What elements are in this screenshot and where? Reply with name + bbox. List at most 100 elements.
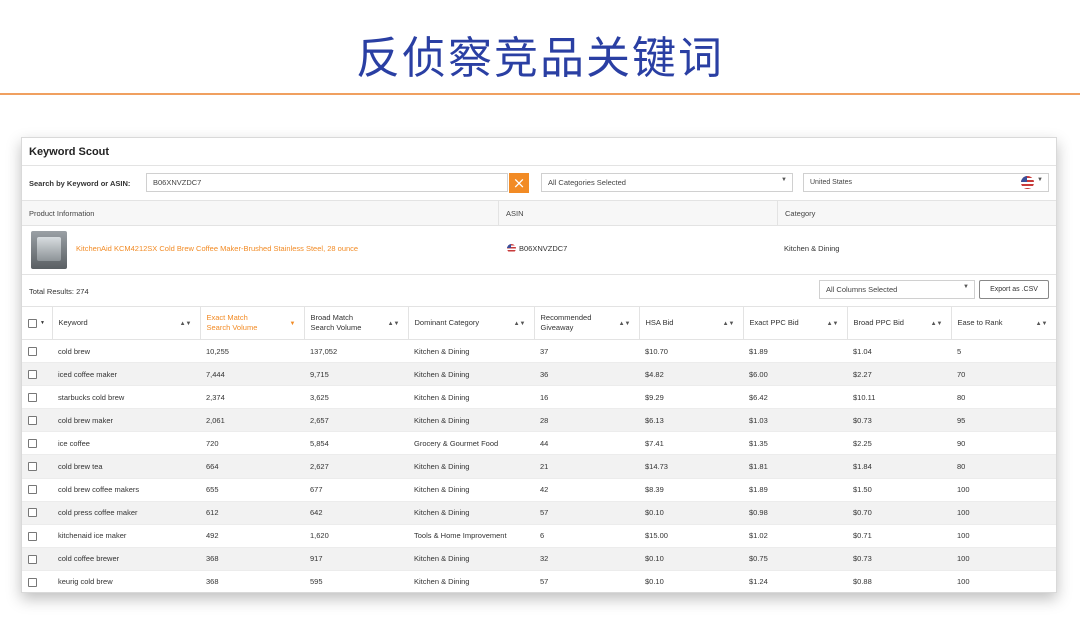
table-row[interactable]: ice coffee 720 5,854 Grocery & Gourmet Food… xyxy=(22,431,1056,456)
table-cell: $0.88 xyxy=(847,570,951,592)
table-cell: $1.50 xyxy=(847,478,951,502)
columns-select[interactable]: All Columns Selected ▼ xyxy=(819,280,975,299)
table-cell: 80 xyxy=(951,385,1056,410)
table-row[interactable]: cold coffee brewer 368 917 Kitchen & Dining… xyxy=(22,547,1056,571)
table-cell: $7.41 xyxy=(639,431,743,456)
table-cell: $10.70 xyxy=(639,339,743,364)
row-checkbox[interactable] xyxy=(22,408,52,433)
table-cell: $9.29 xyxy=(639,385,743,410)
row-checkbox[interactable] xyxy=(22,547,52,571)
table-row[interactable]: starbucks cold brew 2,374 3,625 Kitchen & D… xyxy=(22,385,1056,410)
table-row[interactable]: keurig cold brew 368 595 Kitchen & Dining 57… xyxy=(22,570,1056,592)
table-cell: 2,061 xyxy=(200,408,304,433)
table-cell: iced coffee maker xyxy=(52,362,200,387)
col-header-label: Recommended xyxy=(540,313,592,322)
product-category: Kitchen & Dining xyxy=(784,244,840,253)
category-header: Category xyxy=(785,208,816,218)
sort-icon: ▲▼ xyxy=(1035,321,1048,327)
row-checkbox[interactable] xyxy=(22,431,52,456)
product-info-header: Product Information xyxy=(22,201,499,225)
table-row[interactable]: cold press coffee maker 612 642 Kitchen & D… xyxy=(22,501,1056,525)
table-cell: $1.03 xyxy=(743,408,847,433)
table-cell: 100 xyxy=(951,547,1056,571)
row-checkbox[interactable] xyxy=(22,501,52,525)
col-header[interactable]: Keyword ▲▼ xyxy=(52,306,201,340)
table-cell: $0.73 xyxy=(847,408,951,433)
col-header[interactable]: Exact PPC Bid ▲▼ xyxy=(743,306,848,340)
country-select-value: United States xyxy=(810,179,853,186)
table-row[interactable]: kitchenaid ice maker 492 1,620 Tools & Home… xyxy=(22,524,1056,548)
col-header[interactable]: Ease to Rank ▲▼ xyxy=(951,306,1056,340)
country-select[interactable]: United States ▼ xyxy=(803,173,1049,192)
table-cell: 2,657 xyxy=(304,408,408,433)
table-row[interactable]: iced coffee maker 7,444 9,715 Kitchen & Din… xyxy=(22,362,1056,387)
col-header[interactable]: Broad PPC Bid ▲▼ xyxy=(847,306,952,340)
table-cell: $15.00 xyxy=(639,524,743,548)
table-cell: $0.10 xyxy=(639,501,743,525)
table-cell: 9,715 xyxy=(304,362,408,387)
table-cell: 28 xyxy=(534,408,639,433)
search-input[interactable]: B06XNVZDC7 xyxy=(146,173,508,192)
category-select-value: All Categories Selected xyxy=(548,178,626,187)
panel-title: Keyword Scout xyxy=(22,138,1056,166)
col-header[interactable]: HSA Bid ▲▼ xyxy=(639,306,744,340)
table-row[interactable]: cold brew coffee makers 655 677 Kitchen & D… xyxy=(22,478,1056,502)
table-cell: $0.71 xyxy=(847,524,951,548)
row-checkbox[interactable] xyxy=(22,478,52,502)
table-cell: Kitchen & Dining xyxy=(408,501,534,525)
row-checkbox[interactable] xyxy=(22,339,52,364)
row-checkbox[interactable] xyxy=(22,362,52,387)
export-csv-button[interactable]: Export as .CSV xyxy=(979,280,1049,299)
table-cell: 5,854 xyxy=(304,431,408,456)
table-cell: $4.82 xyxy=(639,362,743,387)
table-cell: 90 xyxy=(951,431,1056,456)
clear-search-icon[interactable]: × xyxy=(509,173,529,193)
results-row: Total Results: 274 All Columns Selected … xyxy=(22,275,1056,306)
col-header[interactable]: Exact Match Search Volume ▼ xyxy=(200,306,305,340)
table-cell: 2,374 xyxy=(200,385,304,410)
table-row[interactable]: cold brew 10,255 137,052 Kitchen & Dining 37… xyxy=(22,339,1056,364)
table-row[interactable]: cold brew maker 2,061 2,657 Kitchen & Dinin… xyxy=(22,408,1056,433)
table-cell: 368 xyxy=(200,570,304,592)
product-name-link[interactable]: KitchenAid KCM4212SX Cold Brew Coffee Ma… xyxy=(76,244,358,253)
table-cell: $1.89 xyxy=(743,478,847,502)
keyword-scout-panel: Keyword Scout Search by Keyword or ASIN:… xyxy=(21,137,1057,593)
table-cell: keurig cold brew xyxy=(52,570,200,592)
table-cell: 42 xyxy=(534,478,639,502)
table-cell: Kitchen & Dining xyxy=(408,362,534,387)
category-select[interactable]: All Categories Selected ▼ xyxy=(541,173,793,192)
total-results: Total Results: 274 xyxy=(29,287,89,296)
table-cell: cold brew xyxy=(52,339,200,364)
col-header-label: Giveaway xyxy=(540,323,574,332)
table-cell: $6.00 xyxy=(743,362,847,387)
table-cell: cold brew coffee makers xyxy=(52,478,200,502)
table-row[interactable]: cold brew tea 664 2,627 Kitchen & Dining 21 $… xyxy=(22,454,1056,479)
table-cell: 37 xyxy=(534,339,639,364)
chevron-down-icon: ▼ xyxy=(1037,177,1043,183)
col-header[interactable]: Broad Match Search Volume ▲▼ xyxy=(304,306,409,340)
row-checkbox[interactable] xyxy=(22,385,52,410)
table-cell: $1.02 xyxy=(743,524,847,548)
select-all-checkbox[interactable]: ▼ xyxy=(22,306,53,340)
col-header-label: Keyword xyxy=(58,318,88,327)
table-header-row: ▼ Keyword ▲▼ Exact Match Search Volume ▼ Br… xyxy=(22,306,1056,340)
table-cell: 137,052 xyxy=(304,339,408,364)
table-cell: $8.39 xyxy=(639,478,743,502)
row-checkbox[interactable] xyxy=(22,454,52,479)
sort-icon: ▲▼ xyxy=(826,321,839,327)
table-cell: Kitchen & Dining xyxy=(408,478,534,502)
checkbox-icon xyxy=(28,577,37,587)
table-cell: 57 xyxy=(534,501,639,525)
table-cell: Kitchen & Dining xyxy=(408,385,534,410)
col-header[interactable]: Recommended Giveaway ▲▼ xyxy=(534,306,640,340)
col-header-label: Broad Match xyxy=(310,313,354,322)
table-cell: $1.35 xyxy=(743,431,847,456)
col-header[interactable]: Dominant Category ▲▼ xyxy=(408,306,535,340)
row-checkbox[interactable] xyxy=(22,570,52,592)
col-header-label: Search Volume xyxy=(206,323,258,332)
table-cell: Tools & Home Improvement xyxy=(408,524,534,548)
row-checkbox[interactable] xyxy=(22,524,52,548)
table-cell: cold brew tea xyxy=(52,454,200,479)
table-cell: cold press coffee maker xyxy=(52,501,200,525)
checkbox-icon xyxy=(28,392,37,402)
